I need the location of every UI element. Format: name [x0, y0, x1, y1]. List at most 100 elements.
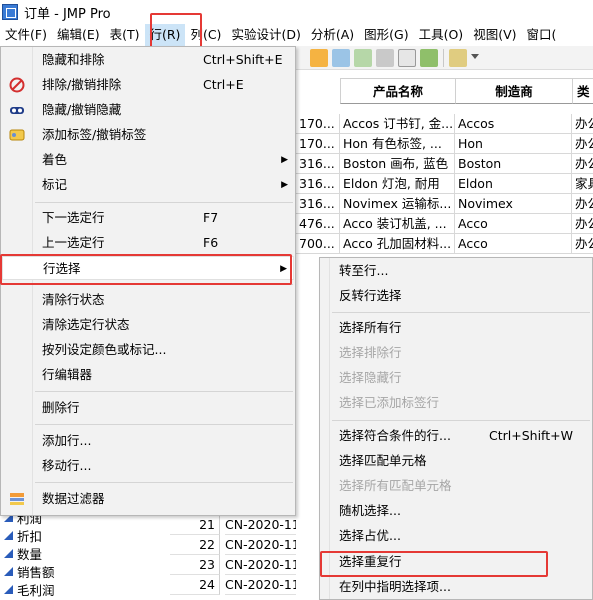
table-cell[interactable]: CN-2020-11 [225, 575, 296, 595]
split-icon[interactable] [354, 48, 372, 67]
table-icon[interactable] [332, 48, 350, 67]
menu-item-label: 选择排除行 [339, 345, 402, 360]
menu-item-label: 添加行... [42, 433, 92, 448]
jmp-app-icon [2, 4, 18, 20]
menu-item-hide[interactable]: 隐藏/撤销隐藏 [2, 98, 294, 122]
table-cell[interactable]: Eldon 灯泡, 耐用 [340, 174, 455, 194]
table-cell[interactable]: Acco [455, 234, 572, 254]
submenu-item-select-dominant[interactable]: 选择占优... [321, 524, 591, 548]
table-cell[interactable]: 办公 [572, 154, 593, 174]
table-cell[interactable]: 办公 [572, 194, 593, 214]
overflow-chevron-icon[interactable] [471, 53, 479, 62]
row-number[interactable]: 22 [170, 535, 220, 555]
submenu-item-random-select[interactable]: 随机选择... [321, 499, 591, 523]
menu-item-clear-selected-states[interactable]: 清除选定行状态 [2, 313, 294, 337]
column-item[interactable]: 数量 [4, 544, 42, 562]
menu-item-label: 选择重复行 [339, 554, 402, 569]
table-cell[interactable]: Eldon [455, 174, 572, 194]
chart-icon[interactable] [420, 48, 438, 67]
menu-rows[interactable]: 行(R) [144, 24, 186, 46]
table-cell[interactable]: Boston 画布, 蓝色 [340, 154, 455, 174]
label-icon [9, 127, 25, 143]
menu-item-hide-exclude[interactable]: 隐藏和排除 Ctrl+Shift+E [2, 48, 294, 72]
col-header-maker[interactable]: 制造商 [455, 78, 573, 104]
menu-item-exclude[interactable]: 排除/撤销排除 Ctrl+E [2, 73, 294, 97]
table-cell[interactable]: CN-2020-11 [225, 535, 296, 555]
submenu-item-name-selection-in-column[interactable]: 在列中指明选择项... [321, 575, 591, 599]
menu-tools[interactable]: 工具(O) [414, 24, 469, 46]
table-cell[interactable]: CN-2020-11 [225, 555, 296, 575]
menu-item-delete-rows[interactable]: 删除行 [2, 396, 294, 420]
table-cell[interactable]: 办公 [572, 134, 593, 154]
submenu-item-goto-row[interactable]: 转至行... [321, 259, 591, 283]
menu-graph[interactable]: 图形(G) [359, 24, 413, 46]
submenu-item-select-where[interactable]: 选择符合条件的行... Ctrl+Shift+W [321, 424, 591, 448]
table-cell[interactable]: CN-2020-11 [225, 515, 296, 535]
table-cell[interactable]: 办公 [572, 234, 593, 254]
table-cell[interactable]: Hon [455, 134, 572, 154]
table-cell[interactable]: 办公 [572, 114, 593, 134]
menu-item-label: 隐藏/撤销隐藏 [42, 102, 122, 117]
column-item[interactable]: 折扣 [4, 526, 42, 544]
table-cell[interactable]: 170... [296, 134, 340, 154]
menu-analyze[interactable]: 分析(A) [306, 24, 359, 46]
menu-item-label: 选择所有行 [339, 320, 402, 335]
table-cell[interactable]: 316... [296, 154, 340, 174]
table-cell[interactable]: 家具 [572, 174, 593, 194]
menu-item-color-by-column[interactable]: 按列设定颜色或标记... [2, 338, 294, 362]
table-cell[interactable]: Acco 孔加固材料... [340, 234, 455, 254]
script-icon[interactable] [449, 48, 467, 67]
col-header-category[interactable]: 类 [572, 78, 593, 104]
menu-item-clear-row-states[interactable]: 清除行状态 [2, 288, 294, 312]
window-title: 订单 - JMP Pro [24, 6, 111, 22]
menu-item-marker[interactable]: 标记 ▶ [2, 173, 294, 197]
menu-item-color[interactable]: 着色 ▶ [2, 148, 294, 172]
grid-icon[interactable] [310, 48, 328, 67]
table-cell[interactable]: Boston [455, 154, 572, 174]
row-number[interactable]: 24 [170, 575, 220, 595]
menu-doe[interactable]: 实验设计(D) [226, 24, 305, 46]
column-item[interactable]: 毛利润 [4, 580, 55, 598]
menu-item-row-selection[interactable]: 行选择 ▶ [2, 256, 294, 280]
table-cell[interactable]: 170... [296, 114, 340, 134]
menu-item-label-toggle[interactable]: 添加标签/撤销标签 [2, 123, 294, 147]
table-cell[interactable]: 476... [296, 214, 340, 234]
menu-item-prev-selected[interactable]: 上一选定行 F6 [2, 231, 294, 255]
menu-separator [35, 424, 293, 425]
menu-file[interactable]: 文件(F) [0, 24, 52, 46]
row-number[interactable]: 23 [170, 555, 220, 575]
table-cell[interactable]: Acco 装订机盖, ... [340, 214, 455, 234]
menu-table[interactable]: 表(T) [105, 24, 145, 46]
menu-view[interactable]: 视图(V) [468, 24, 521, 46]
submenu-item-select-all[interactable]: 选择所有行 [321, 316, 591, 340]
hide-icon [9, 102, 25, 118]
menu-item-row-editor[interactable]: 行编辑器 [2, 363, 294, 387]
table-cell[interactable]: Acco [455, 214, 572, 234]
column-item[interactable]: 销售额 [4, 562, 55, 580]
stack-icon[interactable] [376, 48, 394, 67]
menu-cols[interactable]: 列(C) [185, 24, 226, 46]
table-cell[interactable]: Accos 订书钉, 金... [340, 114, 455, 134]
continuous-column-icon [4, 548, 13, 558]
table-cell[interactable]: 316... [296, 194, 340, 214]
table-cell[interactable]: Novimex 运输标... [340, 194, 455, 214]
menu-item-next-selected[interactable]: 下一选定行 F7 [2, 206, 294, 230]
menu-window[interactable]: 窗口( [522, 24, 562, 46]
submenu-item-select-duplicate-rows[interactable]: 选择重复行 [321, 550, 591, 574]
submenu-item-invert-selection[interactable]: 反转行选择 [321, 284, 591, 308]
table-cell[interactable]: Hon 有色标签, ... [340, 134, 455, 154]
row-number[interactable]: 21 [170, 515, 220, 535]
menu-item-move-rows[interactable]: 移动行... [2, 454, 294, 478]
table-cell[interactable]: 办公 [572, 214, 593, 234]
table-cell[interactable]: Accos [455, 114, 572, 134]
menu-separator [35, 202, 293, 203]
table-cell[interactable]: Novimex [455, 194, 572, 214]
table-cell[interactable]: 316... [296, 174, 340, 194]
col-header-product[interactable]: 产品名称 [340, 78, 456, 104]
menu-edit[interactable]: 编辑(E) [52, 24, 105, 46]
table-cell[interactable]: 700... [296, 234, 340, 254]
submenu-item-select-matching-cells[interactable]: 选择匹配单元格 [321, 449, 591, 473]
menu-item-data-filter[interactable]: 数据过滤器 [2, 487, 294, 511]
menu-item-add-rows[interactable]: 添加行... [2, 429, 294, 453]
formula-icon[interactable] [398, 48, 416, 67]
